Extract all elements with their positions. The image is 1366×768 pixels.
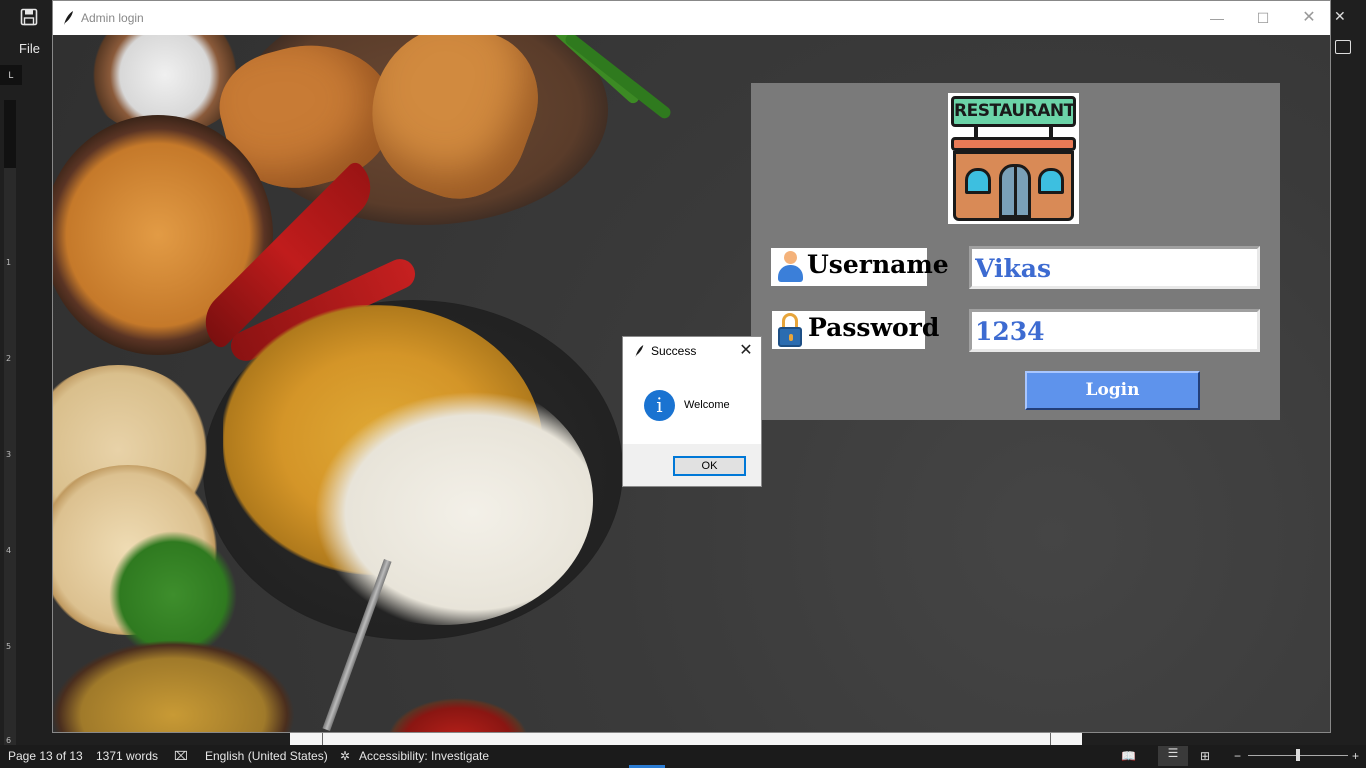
word-right-rail: ✕ — [1331, 0, 1366, 745]
password-field[interactable] — [969, 309, 1260, 352]
document-page-edge — [290, 733, 1082, 745]
logo-sign: RESTAURANT — [951, 96, 1076, 127]
accessibility-status[interactable]: Accessibility: Investigate — [359, 749, 489, 763]
zoom-out-icon[interactable]: − — [1234, 749, 1241, 763]
status-bar: Page 13 of 13 1371 words ⌧ English (Unit… — [0, 745, 1366, 768]
ok-button[interactable]: OK — [673, 456, 746, 476]
restaurant-logo: RESTAURANT — [948, 93, 1079, 224]
info-icon: i — [644, 390, 675, 421]
dialog-close-icon[interactable]: ✕ — [735, 340, 757, 362]
print-layout-icon[interactable]: ☰ — [1158, 746, 1188, 766]
read-mode-icon[interactable]: 📖 — [1121, 749, 1136, 763]
username-label: Username — [771, 248, 949, 286]
word-close-icon[interactable]: ✕ — [1334, 8, 1346, 25]
proofing-icon[interactable]: ⌧ — [174, 749, 188, 763]
accessibility-icon[interactable]: ✲ — [340, 749, 350, 763]
dialog-footer: OK — [623, 444, 761, 486]
password-label: Password — [772, 311, 939, 349]
feather-icon — [635, 345, 644, 357]
tab-selector[interactable]: L — [0, 65, 22, 85]
dialog-message: Welcome — [684, 399, 730, 411]
ruler-number: 5 — [6, 642, 12, 651]
success-dialog: Success ✕ i Welcome OK — [622, 336, 762, 487]
password-input[interactable] — [974, 313, 1255, 349]
ruler-number: 3 — [6, 450, 12, 459]
title-bar[interactable]: Admin login — ☐ ✕ — [53, 1, 1330, 35]
word-left-rail: File L 1 2 3 4 5 6 — [0, 0, 52, 745]
ruler-number: 1 — [6, 258, 12, 267]
username-input[interactable] — [974, 250, 1255, 286]
window-title: Admin login — [81, 11, 144, 25]
zoom-in-icon[interactable]: + — [1352, 749, 1359, 763]
dialog-title: Success — [651, 344, 697, 358]
web-layout-icon[interactable]: ⊞ — [1200, 749, 1210, 763]
user-icon — [776, 251, 804, 283]
ruler-number: 6 — [6, 736, 12, 745]
ruler-number: 4 — [6, 546, 12, 555]
close-button[interactable]: ✕ — [1286, 1, 1330, 35]
username-field[interactable] — [969, 246, 1260, 289]
login-panel: RESTAURANT Username Vikas Password 1234 … — [751, 83, 1280, 420]
ruler-number: 2 — [6, 354, 12, 363]
save-icon[interactable] — [20, 8, 38, 26]
lock-icon — [778, 313, 802, 347]
language-indicator[interactable]: English (United States) — [205, 749, 328, 763]
comment-icon[interactable] — [1335, 40, 1351, 54]
feather-icon — [64, 11, 73, 25]
maximize-button[interactable]: ☐ — [1240, 1, 1286, 35]
vertical-ruler: 1 2 3 4 5 6 — [4, 100, 16, 745]
word-count[interactable]: 1371 words — [96, 749, 158, 763]
page-count[interactable]: Page 13 of 13 — [8, 749, 83, 763]
minimize-button[interactable]: — — [1194, 1, 1240, 35]
zoom-slider-thumb[interactable] — [1296, 749, 1300, 761]
file-menu[interactable]: File — [19, 41, 40, 56]
login-button[interactable]: Login — [1025, 371, 1200, 410]
